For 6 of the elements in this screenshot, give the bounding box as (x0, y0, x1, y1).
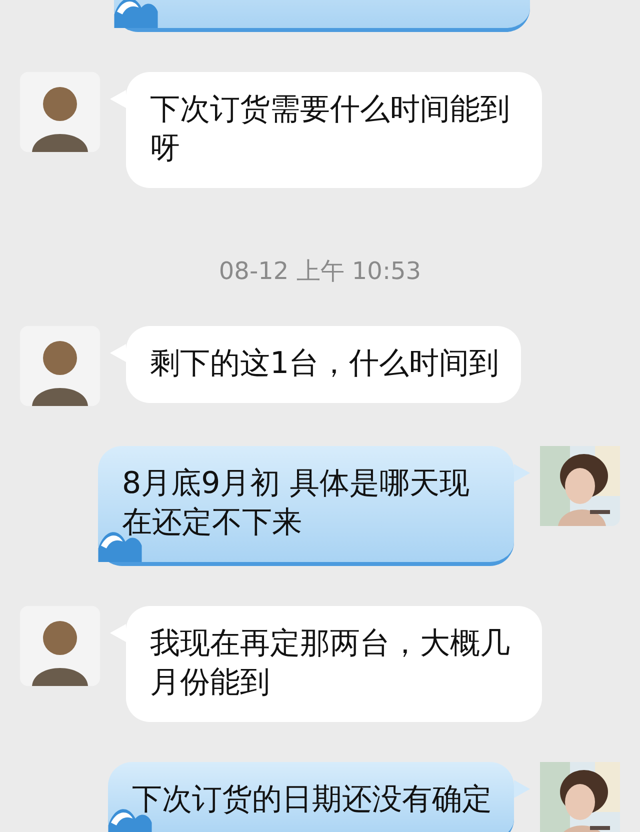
message-bubble: 我现在再定那两台，大概几月份能到 (126, 606, 542, 722)
message-bubble: 下次订货的日期还没有确定 (108, 762, 514, 832)
message-bubble: 下次订货需要什么时间能到呀 (126, 72, 542, 188)
message-bubble: 8月底9月初 具体是哪天现在还定不下来 (98, 446, 514, 566)
timestamp: 08-12 上午 10:53 (218, 256, 422, 286)
message-bubble: 剩下的这1台，什么时间到 (126, 326, 522, 403)
